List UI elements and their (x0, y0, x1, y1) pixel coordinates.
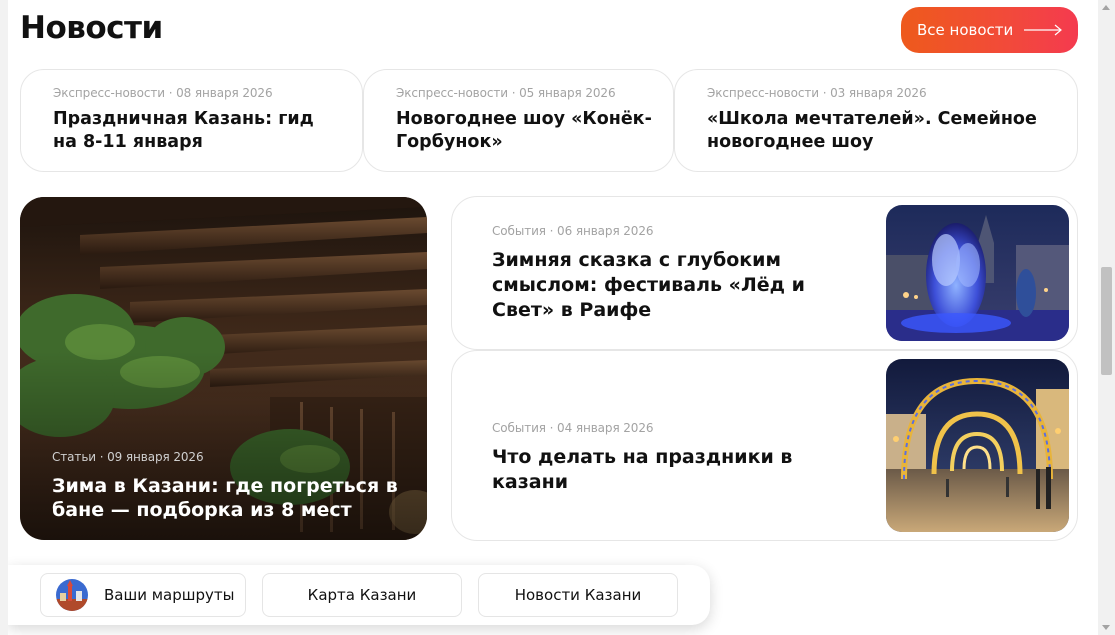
news-title[interactable]: «Школа мечтателей». Семейное новогоднее … (707, 108, 1057, 154)
scrollbar-thumb[interactable] (1101, 267, 1112, 375)
event-card[interactable]: События · 06 января 2026 Зимняя сказка с… (451, 196, 1078, 350)
vertical-scrollbar[interactable] (1098, 0, 1115, 635)
your-routes-button[interactable]: Ваши маршруты (40, 573, 246, 617)
express-news-card[interactable]: Экспресс-новости · 03 января 2026 «Школа… (674, 69, 1078, 172)
kazan-news-button[interactable]: Новости Казани (478, 573, 678, 617)
event-card[interactable]: События · 04 января 2026 Что делать на п… (451, 350, 1078, 541)
news-title[interactable]: Праздничная Казань: гид на 8-11 января (53, 108, 342, 154)
news-meta: Статьи · 09 января 2026 (52, 450, 204, 464)
featured-article-text: Статьи · 09 января 2026 Зима в Казани: г… (52, 450, 403, 522)
news-title[interactable]: Что делать на праздники в казани (492, 445, 862, 495)
news-title[interactable]: Зимняя сказка с глубоким смыслом: фестив… (492, 248, 862, 323)
news-title[interactable]: Новогоднее шоу «Конёк-Горбунок» (396, 108, 653, 154)
news-header: Новости Все новости (20, 0, 1090, 60)
kazan-map-label: Карта Казани (307, 586, 417, 604)
news-title[interactable]: Зима в Казани: где погреться в бане — по… (52, 474, 403, 522)
news-page: Новости Все новости Экспресс-новости · 0… (8, 0, 1098, 635)
news-meta: Экспресс-новости · 03 января 2026 (707, 86, 927, 100)
routes-avatar (56, 579, 88, 611)
express-news-card[interactable]: Экспресс-новости · 05 января 2026 Нового… (363, 69, 674, 172)
express-news-card[interactable]: Экспресс-новости · 08 января 2026 Праздн… (20, 69, 363, 172)
scroll-down-arrow-icon[interactable] (1102, 625, 1110, 630)
event-text: События · 06 января 2026 Зимняя сказка с… (492, 224, 862, 323)
ice-sculpture-photo (886, 205, 1069, 341)
news-meta: Экспресс-новости · 05 января 2026 (396, 86, 616, 100)
kazan-news-label: Новости Казани (514, 586, 642, 604)
news-meta: Экспресс-новости · 08 января 2026 (53, 86, 273, 100)
news-meta: События · 04 января 2026 (492, 421, 654, 435)
kazan-map-button[interactable]: Карта Казани (262, 573, 462, 617)
arrow-right-icon (1024, 24, 1062, 36)
festive-arches-photo (886, 359, 1069, 532)
scroll-up-arrow-icon[interactable] (1102, 5, 1110, 10)
featured-article-card[interactable]: Статьи · 09 января 2026 Зима в Казани: г… (20, 197, 427, 540)
all-news-button-label: Все новости (917, 21, 1014, 39)
event-text: События · 04 января 2026 Что делать на п… (492, 421, 862, 495)
page-title: Новости (20, 10, 163, 46)
bottom-nav-bar: Ваши маршруты Карта Казани Новости Казан… (8, 565, 710, 625)
news-meta: События · 06 января 2026 (492, 224, 654, 238)
your-routes-label: Ваши маршруты (104, 586, 235, 604)
all-news-button[interactable]: Все новости (901, 7, 1078, 53)
